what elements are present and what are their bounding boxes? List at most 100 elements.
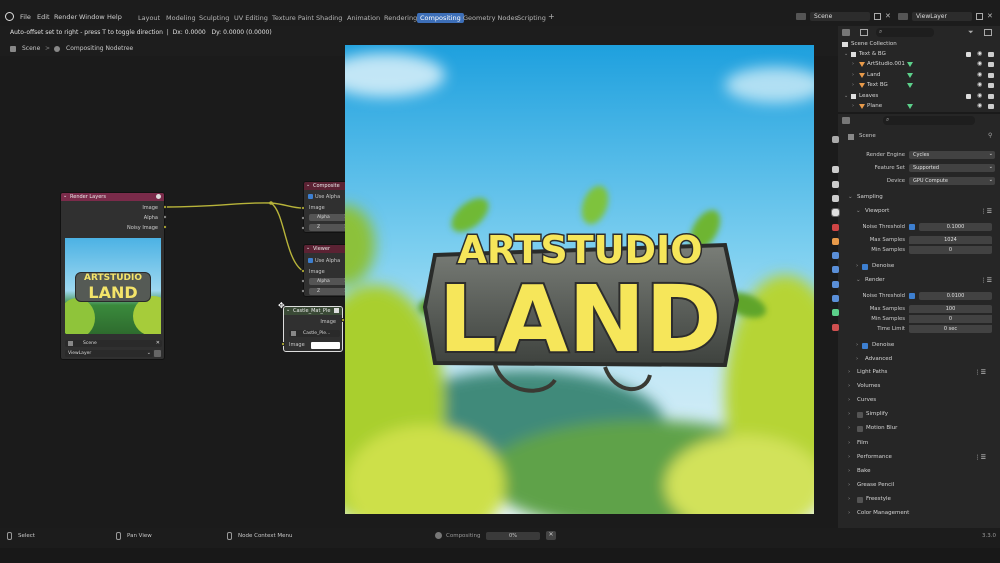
socket-render-image[interactable]	[163, 205, 167, 209]
scene-field[interactable]: Scene ✕	[65, 340, 162, 347]
sampling-panel-header[interactable]: ⌄ Sampling	[848, 194, 998, 205]
r-denoise-checkbox[interactable]	[862, 343, 868, 349]
collection-include-checkbox[interactable]	[966, 52, 971, 57]
viewer-use-alpha-checkbox[interactable]	[308, 258, 313, 263]
r-min-field[interactable]: 0	[909, 315, 992, 323]
tool-icon[interactable]	[832, 136, 839, 143]
panel-header[interactable]: › Film	[848, 440, 998, 451]
socket-composite-z[interactable]	[301, 226, 305, 230]
cancel-job-button[interactable]: ✕	[546, 531, 556, 540]
vp-noise-checkbox[interactable]	[909, 224, 915, 230]
socket-image-input[interactable]	[281, 342, 285, 346]
list-icon[interactable]: ⋮☰	[981, 208, 992, 215]
socket-viewer-alpha[interactable]	[301, 279, 305, 283]
socket-viewer-z[interactable]	[301, 289, 305, 293]
socket-composite-alpha[interactable]	[301, 216, 305, 220]
clear-scene-icon[interactable]: ✕	[156, 340, 160, 346]
image-color-swatch[interactable]	[311, 342, 340, 349]
list-icon[interactable]: ⋮☰	[981, 277, 992, 284]
r-denoise-subpanel[interactable]: › Denoise	[856, 342, 996, 353]
r-noise-checkbox[interactable]	[909, 293, 915, 299]
particles-icon[interactable]	[832, 266, 839, 274]
panel-header[interactable]: › Light Paths ⋮☰	[848, 369, 998, 380]
vp-denoise-checkbox[interactable]	[862, 264, 868, 270]
panel-header[interactable]: › Volumes	[848, 383, 998, 394]
camera-icon[interactable]	[988, 104, 994, 109]
collapse-arrow-icon[interactable]: ⌄	[286, 307, 290, 313]
pin-icon[interactable]: ⚲	[988, 132, 992, 139]
vp-denoise-subpanel[interactable]: › Denoise	[856, 263, 996, 274]
camera-icon[interactable]	[988, 72, 994, 78]
outliner-row-scene-collection[interactable]: Scene Collection	[838, 40, 1000, 50]
collapse-arrow-icon[interactable]: ⌄	[306, 245, 310, 251]
panel-header[interactable]: › Color Management	[848, 510, 998, 521]
panel-header[interactable]: › Performance ⋮☰	[848, 454, 998, 465]
physics-icon[interactable]	[832, 280, 839, 288]
expand-arrow-icon[interactable]: ›	[852, 103, 854, 109]
panel-enable-checkbox[interactable]	[857, 496, 863, 503]
panel-header[interactable]: › Freestyle	[848, 496, 998, 507]
list-icon[interactable]: ⋮☰	[975, 369, 986, 376]
panel-header[interactable]: › Curves	[848, 397, 998, 408]
view-layer-field[interactable]: ViewLayer ⌄	[65, 350, 153, 357]
display-mode-icon[interactable]	[860, 29, 868, 36]
panel-header[interactable]: › Bake	[848, 468, 998, 479]
expand-arrow-icon[interactable]: ⌄	[844, 93, 848, 99]
camera-icon[interactable]	[988, 62, 994, 68]
vp-max-field[interactable]: 1024	[909, 236, 992, 244]
render-layer-icon[interactable]	[154, 350, 161, 357]
eye-icon[interactable]: ◉	[977, 60, 982, 67]
outliner-search-input[interactable]	[876, 28, 934, 37]
eye-icon[interactable]: ◉	[977, 92, 982, 99]
outliner-row[interactable]: › Land ◉	[838, 71, 1000, 81]
expand-arrow-icon[interactable]: ›	[852, 82, 854, 88]
outliner-row[interactable]: › Plane ◉	[838, 102, 1000, 112]
render-subpanel-header[interactable]: ⌄ Render ⋮☰	[856, 277, 996, 288]
render-layers-node[interactable]: ⌄ Render Layers Image Alpha Noisy Image …	[60, 192, 165, 360]
outliner-row[interactable]: › Text BG ◉	[838, 81, 1000, 91]
panel-header[interactable]: › Motion Blur	[848, 425, 998, 436]
socket-render-noisy[interactable]	[163, 225, 167, 229]
advanced-subpanel[interactable]: › Advanced	[856, 356, 996, 367]
r-noise-field[interactable]: 0.0100	[919, 292, 992, 300]
expand-arrow-icon[interactable]: ⌄	[844, 51, 848, 57]
render-engine-dropdown[interactable]: Cycles ⌄	[909, 151, 995, 159]
feature-set-dropdown[interactable]: Supported ⌄	[909, 164, 995, 172]
r-max-field[interactable]: 100	[909, 305, 992, 313]
viewport-subpanel-header[interactable]: ⌄ Viewport ⋮☰	[856, 208, 996, 219]
outliner-row[interactable]: › ArtStudio.001 ◉	[838, 60, 1000, 70]
view-layer-icon[interactable]	[832, 194, 839, 202]
eye-icon[interactable]: ◉	[977, 50, 982, 57]
image-node[interactable]: ⌄ Castle_Mat_Ple Image Castle_Ple... Ima…	[283, 306, 343, 352]
expand-arrow-icon[interactable]: ›	[852, 72, 854, 78]
image-node-header[interactable]: ⌄ Castle_Mat_Ple	[284, 307, 342, 315]
eye-icon[interactable]: ◉	[977, 102, 982, 109]
panel-header[interactable]: › Simplify	[848, 411, 998, 422]
socket-composite-image[interactable]	[301, 206, 305, 210]
eye-icon[interactable]: ◉	[977, 81, 982, 88]
scene-icon[interactable]	[831, 208, 840, 218]
panel-enable-checkbox[interactable]	[857, 426, 863, 433]
list-icon[interactable]: ⋮☰	[975, 454, 986, 461]
camera-icon[interactable]	[988, 83, 994, 89]
filter-icon[interactable]: ⏷	[968, 28, 974, 37]
properties-search-input[interactable]	[883, 116, 975, 125]
image-file-field[interactable]: Castle_Ple...	[289, 330, 340, 337]
r-time-field[interactable]: 0 sec	[909, 325, 992, 333]
composite-use-alpha-checkbox[interactable]	[308, 194, 313, 199]
outliner-row[interactable]: ⌄ Text & BG ◉	[838, 50, 1000, 60]
eye-icon[interactable]: ◉	[977, 71, 982, 78]
device-dropdown[interactable]: GPU Compute ⌄	[909, 177, 995, 185]
collapse-arrow-icon[interactable]: ⌄	[306, 182, 310, 188]
expand-arrow-icon[interactable]: ›	[852, 61, 854, 67]
collection-include-checkbox[interactable]	[966, 93, 971, 99]
new-collection-icon[interactable]	[984, 29, 992, 36]
panel-enable-checkbox[interactable]	[857, 412, 863, 419]
collapse-arrow-icon[interactable]: ⌄	[63, 193, 67, 199]
camera-icon[interactable]	[988, 52, 994, 57]
vp-noise-field[interactable]: 0.1000	[919, 223, 992, 231]
render-layers-header[interactable]: ⌄ Render Layers	[61, 193, 164, 201]
socket-viewer-image[interactable]	[301, 269, 305, 273]
outliner-row[interactable]: ⌄ Leaves ◉	[838, 92, 1000, 102]
properties-editor-type-icon[interactable]	[842, 117, 850, 124]
